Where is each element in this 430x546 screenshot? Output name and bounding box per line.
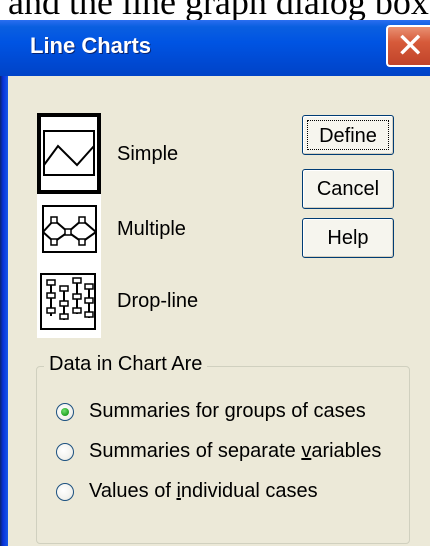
close-icon: ✕ (396, 26, 425, 66)
help-button[interactable]: Help (302, 218, 394, 258)
radio-label-individual-cases: Values of individual cases (89, 480, 318, 503)
radio-button[interactable] (56, 483, 74, 501)
define-button[interactable]: Define (302, 115, 394, 155)
chart-type-label-simple: Simple (117, 143, 179, 165)
chart-type-label-multiple: Multiple (117, 218, 186, 240)
drop-line-chart-icon (40, 273, 96, 330)
simple-line-chart-icon (43, 130, 95, 176)
multiple-chart-option[interactable] (37, 194, 101, 266)
label-text: Values of (89, 480, 177, 502)
radio-option-groups[interactable]: Summaries for groups of cases (56, 400, 396, 426)
window-frame (0, 20, 8, 546)
help-button-label: Help (327, 227, 369, 249)
cancel-button-label: Cancel (316, 178, 380, 200)
mnemonic-letter: v (301, 440, 312, 462)
radio-button-selected[interactable] (56, 403, 74, 421)
page-caption-fragment: and the line graph dialog box (0, 0, 430, 20)
mnemonic-letter: g (224, 400, 236, 422)
dialog-title: Line Charts (30, 33, 152, 58)
label-text: Summaries of separate (89, 440, 302, 462)
radio-button[interactable] (56, 443, 74, 461)
radio-label-groups: Summaries for groups of cases (89, 400, 366, 423)
label-text: roups of cases (235, 400, 366, 422)
define-button-label: Define (319, 125, 377, 147)
drop-line-chart-option[interactable] (37, 266, 101, 338)
radio-label-variables: Summaries of separate variables (89, 440, 381, 463)
label-text: Summaries for (89, 400, 225, 422)
chart-type-label-drop-line: Drop-line (117, 290, 199, 312)
radio-dot-icon (61, 408, 69, 416)
label-text: ndividual cases (180, 480, 318, 502)
cancel-button[interactable]: Cancel (302, 169, 394, 209)
radio-option-individual-cases[interactable]: Values of individual cases (56, 480, 356, 506)
title-bar[interactable]: Line Charts ✕ (0, 20, 430, 76)
label-text: ariables (311, 440, 382, 462)
simple-chart-option[interactable] (37, 113, 101, 194)
line-charts-dialog: Line Charts ✕ Simple Multiple Drop-line … (0, 20, 430, 546)
group-title: Data in Chart Are (44, 353, 208, 376)
close-button[interactable]: ✕ (386, 25, 430, 67)
multiple-line-chart-icon (42, 205, 97, 253)
focus-ring: Define (307, 120, 389, 150)
page-caption-text: and the line graph dialog box (8, 0, 429, 20)
radio-option-variables[interactable]: Summaries of separate variables (56, 440, 406, 466)
